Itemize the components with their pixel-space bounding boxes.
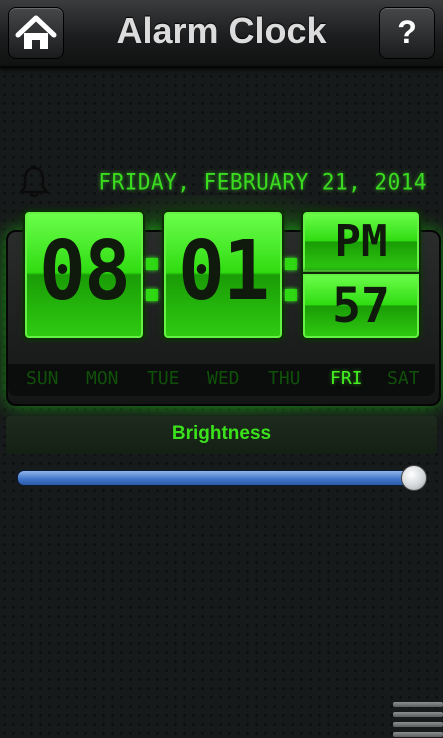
brightness-slider[interactable] — [17, 470, 417, 486]
brightness-label: Brightness — [171, 423, 272, 444]
menu-icon[interactable] — [393, 700, 443, 738]
page-title: Alarm Clock — [116, 10, 327, 51]
help-icon: ? — [397, 14, 417, 50]
bell-icon[interactable] — [16, 164, 52, 198]
brightness-slider-knob[interactable] — [401, 465, 427, 491]
seconds-tile: 57 — [301, 272, 421, 340]
hours-tile: 08 — [23, 210, 145, 340]
colon-dot — [146, 289, 158, 301]
header-bar: Alarm Clock ? — [0, 0, 443, 68]
brightness-header: Brightness — [6, 416, 437, 454]
date-display: FRIDAY, FEBRUARY 21, 2014 — [98, 169, 427, 195]
ampm-tile: PM — [301, 210, 421, 274]
day-thu: THU — [268, 368, 301, 389]
help-button[interactable]: ? — [379, 7, 435, 59]
day-sat: SAT — [387, 368, 420, 389]
colon-dot — [146, 258, 158, 270]
weekday-bar: SUN MON TUE WED THU FRI SAT — [8, 364, 435, 396]
day-sun: SUN — [26, 368, 59, 389]
day-fri: FRI — [330, 368, 363, 389]
colon-dot — [285, 258, 297, 270]
seconds-digits: 57 — [332, 278, 390, 334]
minutes-tile: 01 — [162, 210, 284, 340]
day-tue: TUE — [147, 368, 180, 389]
colon-dot — [285, 289, 297, 301]
day-mon: MON — [86, 368, 119, 389]
minutes-digits: 01 — [177, 224, 270, 319]
hours-digits: 08 — [38, 224, 131, 319]
day-wed: WED — [207, 368, 240, 389]
ampm-label: PM — [334, 216, 388, 267]
